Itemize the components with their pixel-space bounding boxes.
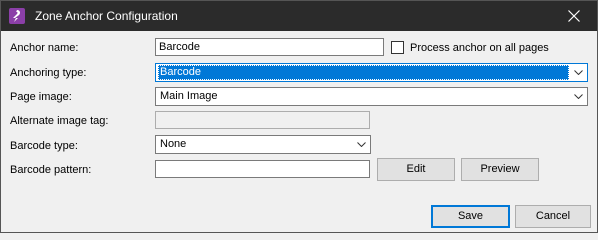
app-logo-icon [9,8,25,24]
save-button[interactable]: Save [431,205,510,228]
barcode-pattern-label: Barcode pattern: [10,164,92,176]
cancel-button[interactable]: Cancel [515,205,591,228]
process-all-pages-checkbox[interactable] [391,41,404,54]
anchoring-type-label: Anchoring type: [10,67,87,79]
dialog-window: Zone Anchor Configuration Anchor name: B… [0,0,598,233]
page-image-value: Main Image [160,90,218,102]
anchoring-type-select[interactable]: Barcode [155,63,588,82]
anchor-name-input[interactable]: Barcode [155,38,384,56]
chevron-down-icon[interactable] [570,88,587,105]
page-image-select[interactable]: Main Image [155,87,588,106]
anchoring-type-value: Barcode [158,65,569,80]
edit-button[interactable]: Edit [377,158,455,181]
barcode-type-label: Barcode type: [10,140,78,152]
page-image-label: Page image: [10,91,72,103]
alternate-image-tag-label: Alternate image tag: [10,115,109,127]
chevron-down-icon[interactable] [570,64,587,81]
barcode-pattern-input[interactable] [155,160,370,178]
title-bar: Zone Anchor Configuration [1,1,597,31]
close-icon [568,10,580,22]
preview-button[interactable]: Preview [461,158,539,181]
barcode-type-value: None [160,138,187,150]
alternate-image-tag-input[interactable] [155,111,370,129]
close-button[interactable] [551,1,597,31]
anchor-name-label: Anchor name: [10,42,79,54]
window-title: Zone Anchor Configuration [35,9,178,23]
process-all-pages-label[interactable]: Process anchor on all pages [410,42,549,54]
barcode-type-select[interactable]: None [155,135,371,154]
chevron-down-icon[interactable] [353,136,370,153]
